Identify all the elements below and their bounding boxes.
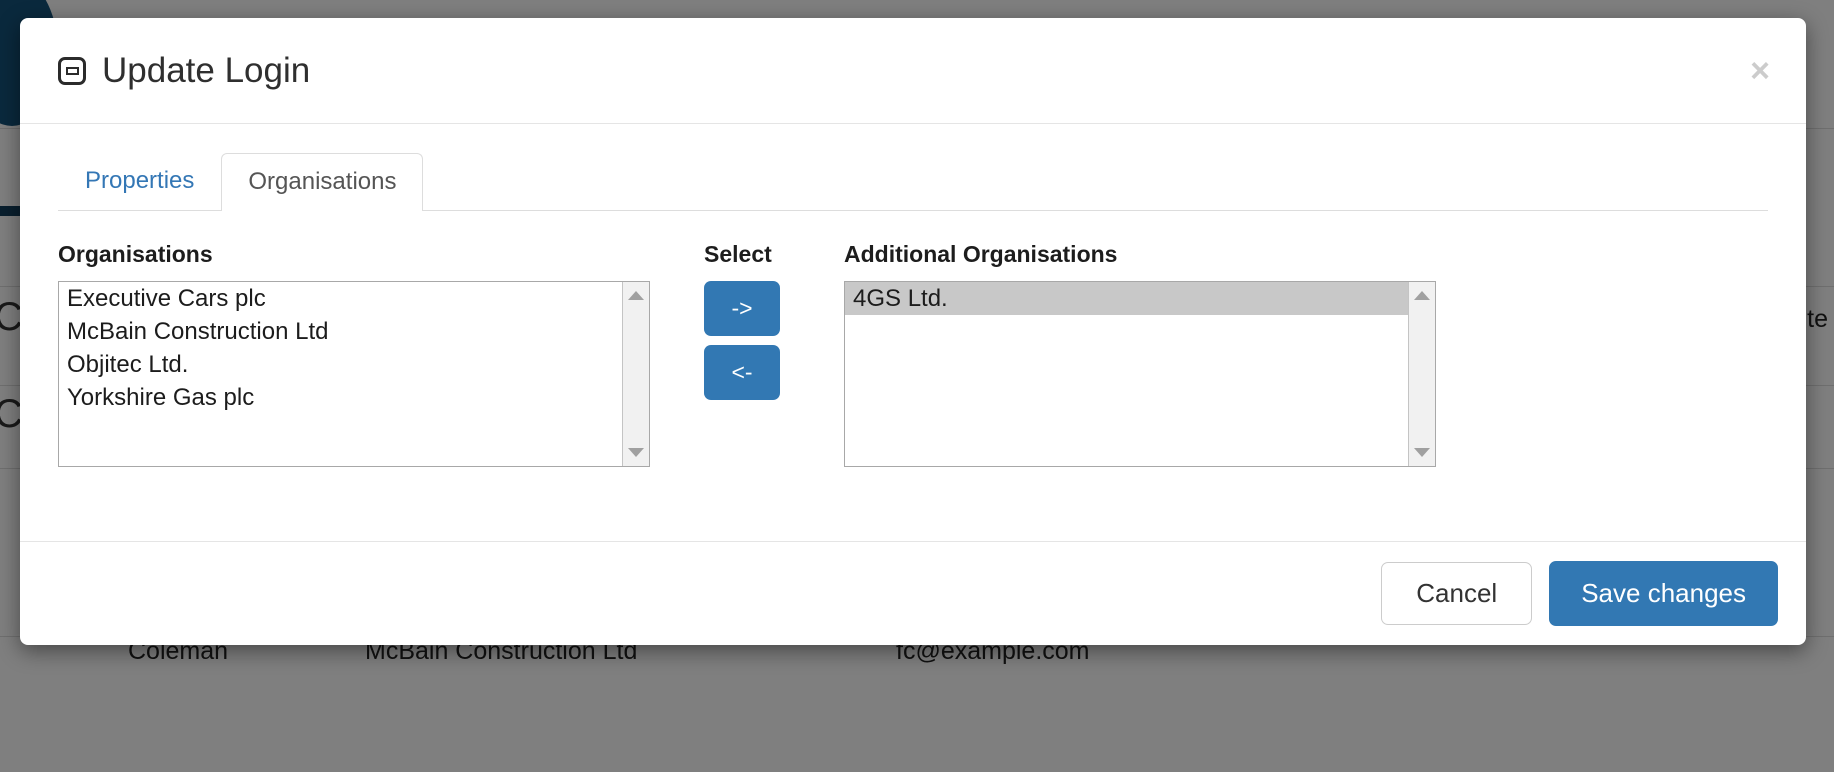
list-item[interactable]: McBain Construction Ltd	[59, 315, 622, 348]
tab-bar: Properties Organisations	[58, 150, 1768, 211]
organisations-label: Organisations	[58, 241, 213, 267]
additional-organisations-label: Additional Organisations	[844, 241, 1118, 267]
available-organisations-column: Organisations Executive Cars plc McBain …	[58, 241, 650, 467]
list-item[interactable]: 4GS Ltd.	[845, 281, 1408, 315]
select-controls-column: Select -> <-	[704, 241, 844, 400]
window-icon	[58, 56, 86, 85]
remove-organisation-button[interactable]: <-	[704, 344, 780, 400]
scroll-down-icon[interactable]	[1414, 447, 1430, 457]
organisations-options: Executive Cars plc McBain Construction L…	[59, 282, 622, 466]
update-login-modal: Update Login × Properties Organisations …	[20, 18, 1806, 645]
save-changes-button[interactable]: Save changes	[1549, 560, 1778, 627]
tab-organisations[interactable]: Organisations	[221, 153, 424, 211]
additional-organisations-listbox[interactable]: 4GS Ltd.	[844, 280, 1436, 467]
list-item[interactable]: Executive Cars plc	[59, 282, 622, 315]
scroll-up-icon[interactable]	[1414, 290, 1430, 300]
modal-header: Update Login ×	[20, 18, 1806, 124]
add-organisation-button[interactable]: ->	[704, 280, 780, 336]
additional-organisations-scrollbar[interactable]	[1408, 281, 1435, 466]
cancel-button[interactable]: Cancel	[1381, 561, 1533, 626]
tab-properties[interactable]: Properties	[58, 152, 221, 210]
additional-organisations-options: 4GS Ltd.	[845, 281, 1408, 466]
organisations-scrollbar[interactable]	[622, 281, 649, 466]
scroll-down-icon[interactable]	[628, 447, 644, 457]
modal-title-text: Update Login	[102, 50, 311, 90]
scroll-up-icon[interactable]	[628, 290, 644, 300]
modal-footer: Cancel Save changes	[20, 541, 1806, 645]
dual-list-picker: Organisations Executive Cars plc McBain …	[58, 241, 1768, 467]
additional-organisations-column: Additional Organisations 4GS Ltd.	[844, 241, 1436, 467]
list-item[interactable]: Yorkshire Gas plc	[59, 381, 622, 414]
close-icon[interactable]: ×	[1742, 50, 1778, 92]
select-label: Select	[704, 241, 772, 267]
list-item[interactable]: Objitec Ltd.	[59, 348, 622, 381]
page-title: Update Login	[58, 51, 310, 91]
organisations-listbox[interactable]: Executive Cars plc McBain Construction L…	[58, 280, 650, 467]
modal-body: Properties Organisations Organisations E…	[20, 124, 1806, 541]
